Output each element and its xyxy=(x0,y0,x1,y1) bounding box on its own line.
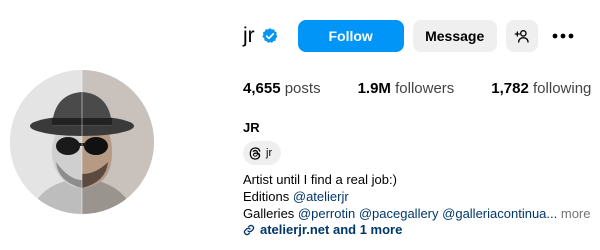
bio-editions-label: Editions xyxy=(243,189,290,204)
bio-more-link[interactable]: more xyxy=(561,206,591,221)
bio-line-3: Galleries @perrotin @pacegallery @galler… xyxy=(243,205,600,222)
followers-label: followers xyxy=(395,80,455,97)
bio-line-2: Editions @atelierjr xyxy=(243,188,600,205)
following-label: following xyxy=(533,80,592,97)
threads-handle: jr xyxy=(266,147,273,159)
posts-count: 4,655 xyxy=(243,80,281,97)
bio-galleries-label: Galleries xyxy=(243,206,295,221)
full-name: JR xyxy=(243,120,260,135)
bio: Artist until I find a real job:) Edition… xyxy=(243,171,600,222)
mention-galleriacontinua[interactable]: @galleriacontinua... xyxy=(442,206,557,221)
external-link[interactable]: atelierjr.net and 1 more xyxy=(243,222,402,237)
profile-header: jr Follow Message xyxy=(243,20,576,52)
threads-icon xyxy=(249,146,261,160)
external-link-text: atelierjr.net and 1 more xyxy=(260,222,403,237)
mention-perrotin[interactable]: @perrotin xyxy=(298,206,355,221)
add-person-icon xyxy=(514,30,529,43)
more-options-icon[interactable] xyxy=(550,20,576,52)
followers-count: 1.9M xyxy=(357,80,391,97)
posts-stat: 4,655 posts xyxy=(243,80,321,97)
follow-button[interactable]: Follow xyxy=(297,20,404,52)
mention-atelierjr[interactable]: @atelierjr xyxy=(293,189,349,204)
bio-line-1: Artist until I find a real job:) xyxy=(243,172,397,187)
posts-label: posts xyxy=(284,80,321,97)
following-count: 1,782 xyxy=(491,80,529,97)
profile-avatar[interactable] xyxy=(10,70,154,214)
link-icon xyxy=(243,224,255,235)
profile-stats: 4,655 posts 1.9M followers 1,782 followi… xyxy=(243,80,591,97)
add-person-button[interactable] xyxy=(505,20,538,52)
threads-badge[interactable]: jr xyxy=(243,141,282,165)
message-button[interactable]: Message xyxy=(412,20,497,52)
verified-badge-icon xyxy=(261,27,279,45)
mention-pacegallery[interactable]: @pacegallery xyxy=(359,206,439,221)
followers-stat[interactable]: 1.9M followers xyxy=(358,80,455,97)
following-stat[interactable]: 1,782 following xyxy=(491,80,591,97)
username: jr xyxy=(243,24,255,47)
